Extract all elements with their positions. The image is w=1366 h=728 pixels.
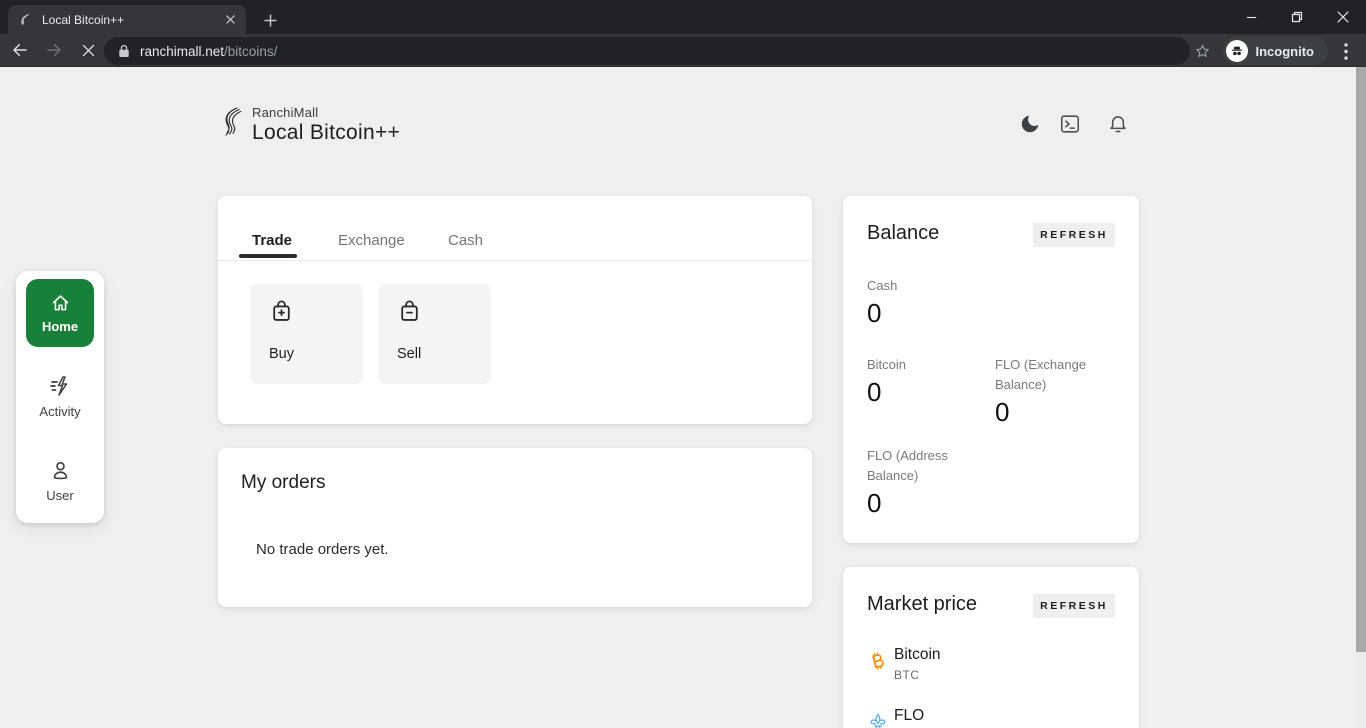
active-tab-indicator [239, 254, 297, 258]
new-tab-button[interactable] [258, 8, 282, 32]
trade-card: Trade Exchange Cash Buy Sell [218, 196, 812, 424]
sidebar-item-activity[interactable]: Activity [16, 374, 104, 419]
market-price-title: Market price [867, 593, 977, 616]
incognito-icon [1226, 40, 1248, 62]
address-bar[interactable]: ranchimall.net/bitcoins/ [104, 37, 1190, 65]
ranchimall-logo-icon [216, 105, 244, 145]
sidebar-nav: Home Activity User [16, 271, 104, 523]
home-icon [50, 293, 71, 314]
dark-mode-toggle[interactable] [1017, 111, 1043, 137]
buy-button[interactable]: Buy [250, 284, 363, 384]
app-header: RanchiMall Local Bitcoin++ [216, 105, 400, 145]
balance-entry-label: Bitcoin [867, 355, 906, 375]
url-path: /bitcoins/ [224, 44, 277, 59]
sidebar-item-label: Activity [39, 404, 80, 419]
sidebar-item-home[interactable]: Home [26, 279, 94, 347]
close-window-button[interactable] [1320, 0, 1366, 34]
balance-refresh-button[interactable]: REFRESH [1033, 223, 1115, 247]
sell-button[interactable]: Sell [378, 284, 491, 384]
balance-entry-label: FLO (Address Balance) [867, 446, 999, 486]
stop-loading-button[interactable] [74, 36, 102, 64]
bitcoin-icon [867, 649, 889, 675]
tab-trade[interactable]: Trade [252, 232, 292, 249]
browser-window: Local Bitcoin++ [0, 0, 1366, 728]
asset-name: FLO [894, 707, 924, 725]
back-button[interactable] [6, 36, 34, 64]
tabs-divider [218, 260, 812, 261]
market-price-card: Market price REFRESH Bitcoin BTC [843, 567, 1139, 728]
tab-close-icon[interactable] [222, 12, 238, 28]
window-controls [1228, 0, 1366, 34]
site-favicon [16, 12, 32, 28]
sidebar-item-label: Home [42, 319, 78, 334]
balance-entry-label: FLO (Exchange Balance) [995, 355, 1127, 395]
flo-icon [867, 710, 889, 728]
minimize-button[interactable] [1228, 0, 1274, 34]
lock-icon[interactable] [118, 44, 130, 58]
balance-card: Balance REFRESH Cash 0 Bitcoin 0 FLO (Ex… [843, 196, 1139, 543]
notifications-button[interactable] [1105, 111, 1131, 137]
browser-tab[interactable]: Local Bitcoin++ [8, 5, 246, 34]
balance-title: Balance [867, 222, 939, 245]
balance-entry-value: 0 [867, 377, 881, 408]
scrollbar-thumb[interactable] [1356, 67, 1366, 652]
bookmark-star-icon[interactable] [1190, 39, 1214, 63]
user-icon [49, 459, 72, 482]
brand-name: RanchiMall [252, 105, 400, 120]
balance-entry-label: Cash [867, 276, 897, 296]
browser-menu-icon[interactable] [1334, 39, 1358, 63]
browser-toolbar: ranchimall.net/bitcoins/ Incognito [0, 34, 1366, 67]
sidebar-item-user[interactable]: User [16, 459, 104, 503]
page-title: Local Bitcoin++ [252, 121, 400, 145]
market-asset-bitcoin[interactable]: Bitcoin BTC [867, 649, 889, 675]
terminal-icon [1059, 113, 1081, 135]
sell-bag-icon [396, 298, 423, 325]
sidebar-item-label: User [46, 488, 73, 503]
asset-name: Bitcoin [894, 646, 941, 664]
balance-entry-value: 0 [867, 488, 881, 519]
tab-strip: Local Bitcoin++ [0, 0, 1366, 34]
activity-icon [48, 374, 72, 398]
incognito-label: Incognito [1256, 44, 1315, 59]
balance-entry-value: 0 [867, 298, 881, 329]
tab-exchange[interactable]: Exchange [338, 232, 405, 249]
orders-title: My orders [241, 472, 325, 494]
moon-icon [1019, 113, 1041, 135]
market-refresh-button[interactable]: REFRESH [1033, 594, 1115, 618]
bell-icon [1107, 113, 1129, 135]
restore-button[interactable] [1274, 0, 1320, 34]
page-content: RanchiMall Local Bitcoin++ [0, 67, 1366, 728]
buy-bag-icon [268, 298, 295, 325]
sell-label: Sell [397, 346, 421, 362]
scrollbar-track[interactable] [1356, 67, 1366, 728]
forward-button[interactable] [40, 36, 68, 64]
incognito-indicator[interactable]: Incognito [1223, 37, 1329, 65]
my-orders-card: My orders No trade orders yet. [218, 448, 812, 607]
tab-cash[interactable]: Cash [448, 232, 483, 249]
terminal-button[interactable] [1057, 111, 1083, 137]
buy-label: Buy [269, 346, 294, 362]
url-domain: ranchimall.net [140, 44, 224, 59]
balance-entry-value: 0 [995, 397, 1009, 428]
tab-title: Local Bitcoin++ [42, 13, 222, 27]
asset-symbol: BTC [894, 668, 920, 682]
market-asset-flo[interactable]: FLO [867, 710, 889, 728]
brand-text: RanchiMall Local Bitcoin++ [252, 105, 400, 145]
orders-empty-message: No trade orders yet. [256, 541, 389, 558]
